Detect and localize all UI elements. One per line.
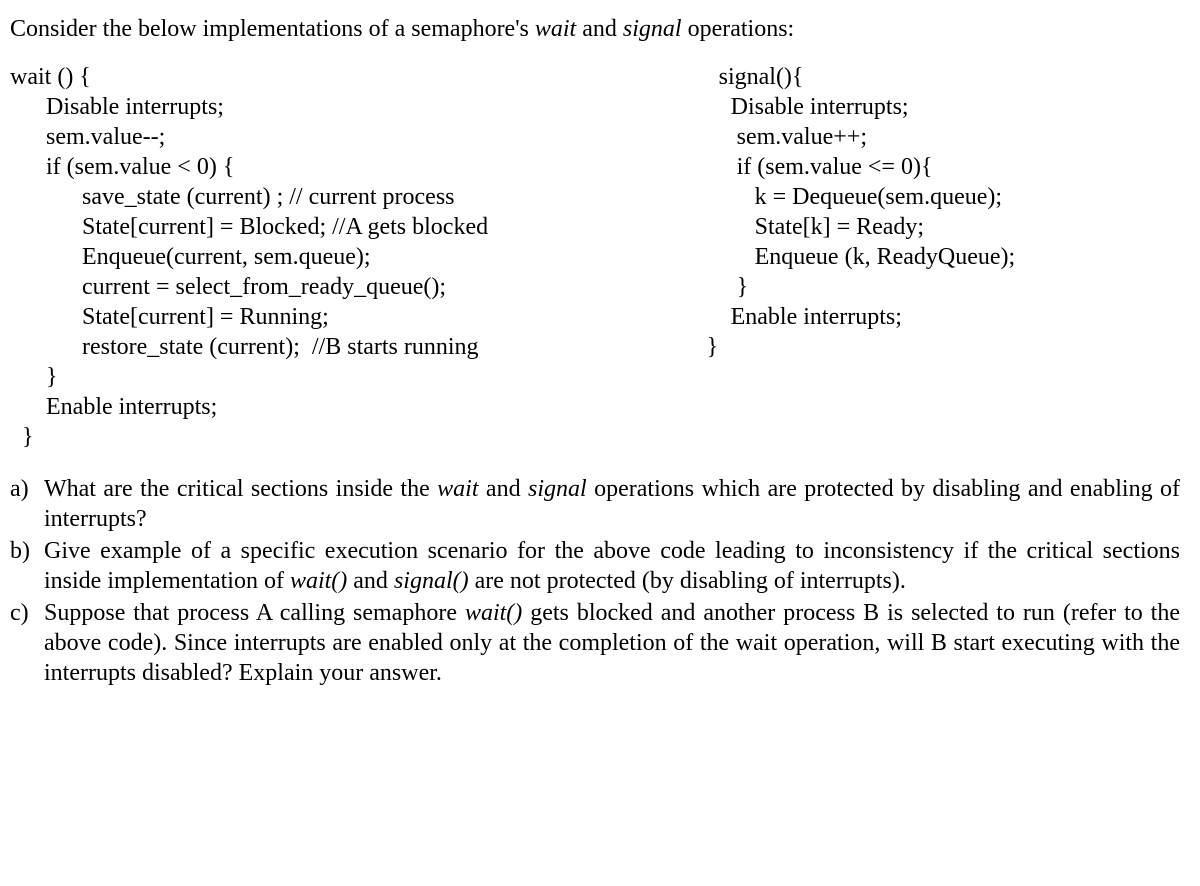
q-c-before: Suppose that process A calling semaphore [44,600,465,626]
question-b: b) Give example of a specific execution … [10,536,1180,596]
q-a-before: What are the critical sections inside th… [44,476,437,502]
question-b-label: b) [10,536,44,596]
question-c: c) Suppose that process A calling semaph… [10,598,1180,688]
q-b-wait-kw: wait() [290,568,347,594]
question-a-label: a) [10,474,44,534]
question-b-body: Give example of a specific execution sce… [44,536,1180,596]
question-c-body: Suppose that process A calling semaphore… [44,598,1180,688]
question-a: a) What are the critical sections inside… [10,474,1180,534]
intro-after: operations: [682,16,795,42]
q-a-mid: and [479,476,529,502]
question-a-body: What are the critical sections inside th… [44,474,1180,534]
intro-before: Consider the below implementations of a … [10,16,535,42]
q-a-wait-kw: wait [437,476,478,502]
intro-paragraph: Consider the below implementations of a … [10,14,1180,44]
question-list: a) What are the critical sections inside… [10,474,1180,688]
code-columns: wait () { Disable interrupts; sem.value-… [10,62,1180,452]
question-c-label: c) [10,598,44,688]
q-c-wait-kw: wait() [465,600,522,626]
q-b-signal-kw: signal() [394,568,469,594]
q-b-after: are not protected (by disabling of inter… [469,568,906,594]
intro-signal-kw: signal [623,16,682,42]
wait-code-block: wait () { Disable interrupts; sem.value-… [10,62,689,452]
intro-mid: and [576,16,623,42]
q-b-mid: and [347,568,394,594]
q-a-signal-kw: signal [528,476,587,502]
signal-code-block: signal(){ Disable interrupts; sem.value+… [689,62,1180,452]
intro-wait-kw: wait [535,16,576,42]
